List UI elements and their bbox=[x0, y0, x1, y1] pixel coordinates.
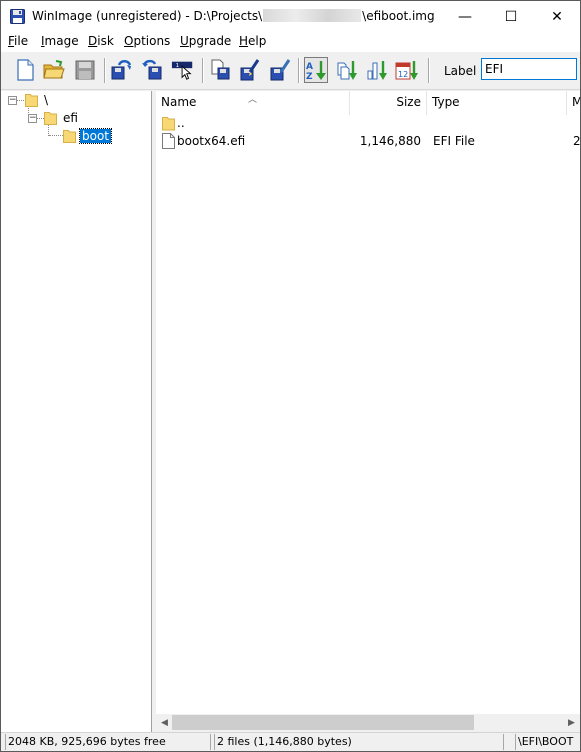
menu-upgrade[interactable]: Upgrade bbox=[180, 34, 231, 48]
file-icon bbox=[162, 133, 175, 149]
menu-bar: File Image Disk Options Upgrade Help bbox=[1, 32, 580, 52]
sort-date-icon: 12 bbox=[395, 61, 418, 80]
scroll-right-arrow-icon[interactable]: ▶ bbox=[563, 714, 580, 731]
folder-icon bbox=[162, 117, 175, 131]
toolbar-separator bbox=[298, 58, 300, 83]
tree-connector bbox=[36, 118, 44, 120]
tree-label-root: \ bbox=[44, 93, 49, 107]
file-modified: 2! bbox=[573, 134, 580, 148]
title-prefix: WinImage (unregistered) - D:\Projects\ bbox=[32, 9, 263, 23]
volume-label-caption: Label : bbox=[444, 64, 485, 78]
extract-icon bbox=[111, 60, 132, 80]
column-header-type[interactable]: Type bbox=[427, 91, 567, 115]
menu-options[interactable]: Options bbox=[124, 34, 170, 48]
check-button[interactable] bbox=[238, 57, 262, 83]
column-header-size[interactable]: Size bbox=[350, 91, 427, 115]
extract-button[interactable] bbox=[109, 57, 133, 83]
folder-icon bbox=[25, 94, 38, 107]
edit-button[interactable] bbox=[268, 57, 292, 83]
maximize-button[interactable]: ☐ bbox=[488, 1, 534, 32]
svg-text:A: A bbox=[306, 62, 313, 72]
title-suffix: \efiboot.img bbox=[362, 9, 435, 23]
toolbar-separator bbox=[428, 58, 430, 83]
volume-label-input[interactable] bbox=[481, 58, 577, 80]
toolbar-separator bbox=[104, 58, 106, 83]
file-type: EFI File bbox=[433, 134, 475, 148]
horizontal-scrollbar[interactable]: ◀ ▶ bbox=[156, 714, 580, 731]
winimage-window: WinImage (unregistered) - D:\Projects\ \e… bbox=[0, 0, 581, 752]
minimize-button[interactable]: — bbox=[442, 1, 488, 32]
column-header-modified[interactable]: M bbox=[567, 91, 580, 115]
folder-icon bbox=[63, 130, 76, 143]
floppy-disk-icon bbox=[10, 9, 25, 24]
file-name: bootx64.efi bbox=[177, 134, 246, 148]
tree-expander-efi[interactable]: − bbox=[28, 114, 37, 123]
new-image-button[interactable] bbox=[13, 57, 37, 83]
check-disk-icon bbox=[240, 59, 260, 81]
menu-image[interactable]: Image bbox=[41, 34, 79, 48]
window-title: WinImage (unregistered) - D:\Projects\ \e… bbox=[32, 9, 435, 23]
tree-connector bbox=[49, 135, 63, 137]
file-row-parent[interactable]: .. bbox=[156, 115, 580, 133]
scrollbar-thumb[interactable] bbox=[172, 715, 474, 730]
scroll-left-arrow-icon[interactable]: ◀ bbox=[156, 714, 173, 731]
sort-by-name-button[interactable]: AZ bbox=[304, 57, 328, 83]
copy-button[interactable] bbox=[208, 57, 232, 83]
title-bar[interactable]: WinImage (unregistered) - D:\Projects\ \e… bbox=[1, 1, 580, 32]
status-bar: 2048 KB, 925,696 bytes free 2 files (1,1… bbox=[1, 732, 580, 751]
tree-expander-root[interactable]: − bbox=[8, 96, 17, 105]
folder-tree: − − \ efi boot bbox=[1, 91, 152, 732]
toolbar-separator bbox=[202, 58, 204, 83]
svg-text:1: 1 bbox=[176, 63, 180, 69]
close-button[interactable]: ✕ bbox=[534, 1, 580, 32]
status-current-path: \EFI\BOOT bbox=[515, 734, 580, 750]
file-name: .. bbox=[177, 116, 185, 130]
tree-node-root[interactable]: \ bbox=[25, 92, 50, 108]
sort-ascending-icon: ︿ bbox=[248, 95, 258, 105]
sort-az-icon: AZ bbox=[306, 61, 326, 81]
save-disk-icon bbox=[75, 60, 95, 80]
file-size: 1,146,880 bbox=[359, 134, 421, 148]
sort-extension-icon bbox=[337, 61, 357, 80]
edit-disk-icon bbox=[270, 59, 291, 81]
open-folder-icon bbox=[43, 60, 65, 79]
folder-icon bbox=[44, 112, 57, 125]
cursor-select-icon: 1 bbox=[171, 61, 193, 80]
inject-button[interactable] bbox=[141, 57, 165, 83]
file-list: Name ︿ Size Type M .. bootx64.efi 1,146,… bbox=[156, 91, 580, 715]
tree-node-efi[interactable]: efi bbox=[44, 110, 80, 126]
copy-files-icon bbox=[211, 59, 230, 80]
sort-by-size-button[interactable] bbox=[365, 57, 389, 83]
menu-help[interactable]: Help bbox=[239, 34, 266, 48]
sort-by-extension-button[interactable] bbox=[335, 57, 359, 83]
status-file-count: 2 files (1,146,880 bytes) bbox=[214, 734, 504, 750]
svg-text:12: 12 bbox=[398, 70, 408, 79]
tree-label-boot: boot bbox=[78, 128, 113, 144]
redacted-path bbox=[263, 9, 362, 22]
menu-file[interactable]: File bbox=[8, 34, 28, 48]
menu-disk[interactable]: Disk bbox=[88, 34, 114, 48]
inject-icon bbox=[142, 59, 162, 80]
tree-label-efi: efi bbox=[63, 111, 78, 125]
svg-text:Z: Z bbox=[306, 72, 313, 81]
tree-connector bbox=[16, 100, 24, 102]
tree-node-boot[interactable]: boot bbox=[63, 128, 113, 144]
new-document-icon bbox=[17, 59, 34, 81]
status-disk-space: 2048 KB, 925,696 bytes free bbox=[5, 734, 211, 750]
open-button[interactable] bbox=[42, 57, 66, 83]
save-button[interactable] bbox=[73, 57, 97, 83]
select-files-button[interactable]: 1 bbox=[171, 57, 195, 83]
file-row-bootx64[interactable]: bootx64.efi 1,146,880 EFI File 2! bbox=[156, 133, 580, 151]
sort-size-icon bbox=[367, 61, 387, 80]
column-header-name[interactable]: Name ︿ bbox=[156, 91, 350, 115]
sort-by-date-button[interactable]: 12 bbox=[395, 57, 419, 83]
